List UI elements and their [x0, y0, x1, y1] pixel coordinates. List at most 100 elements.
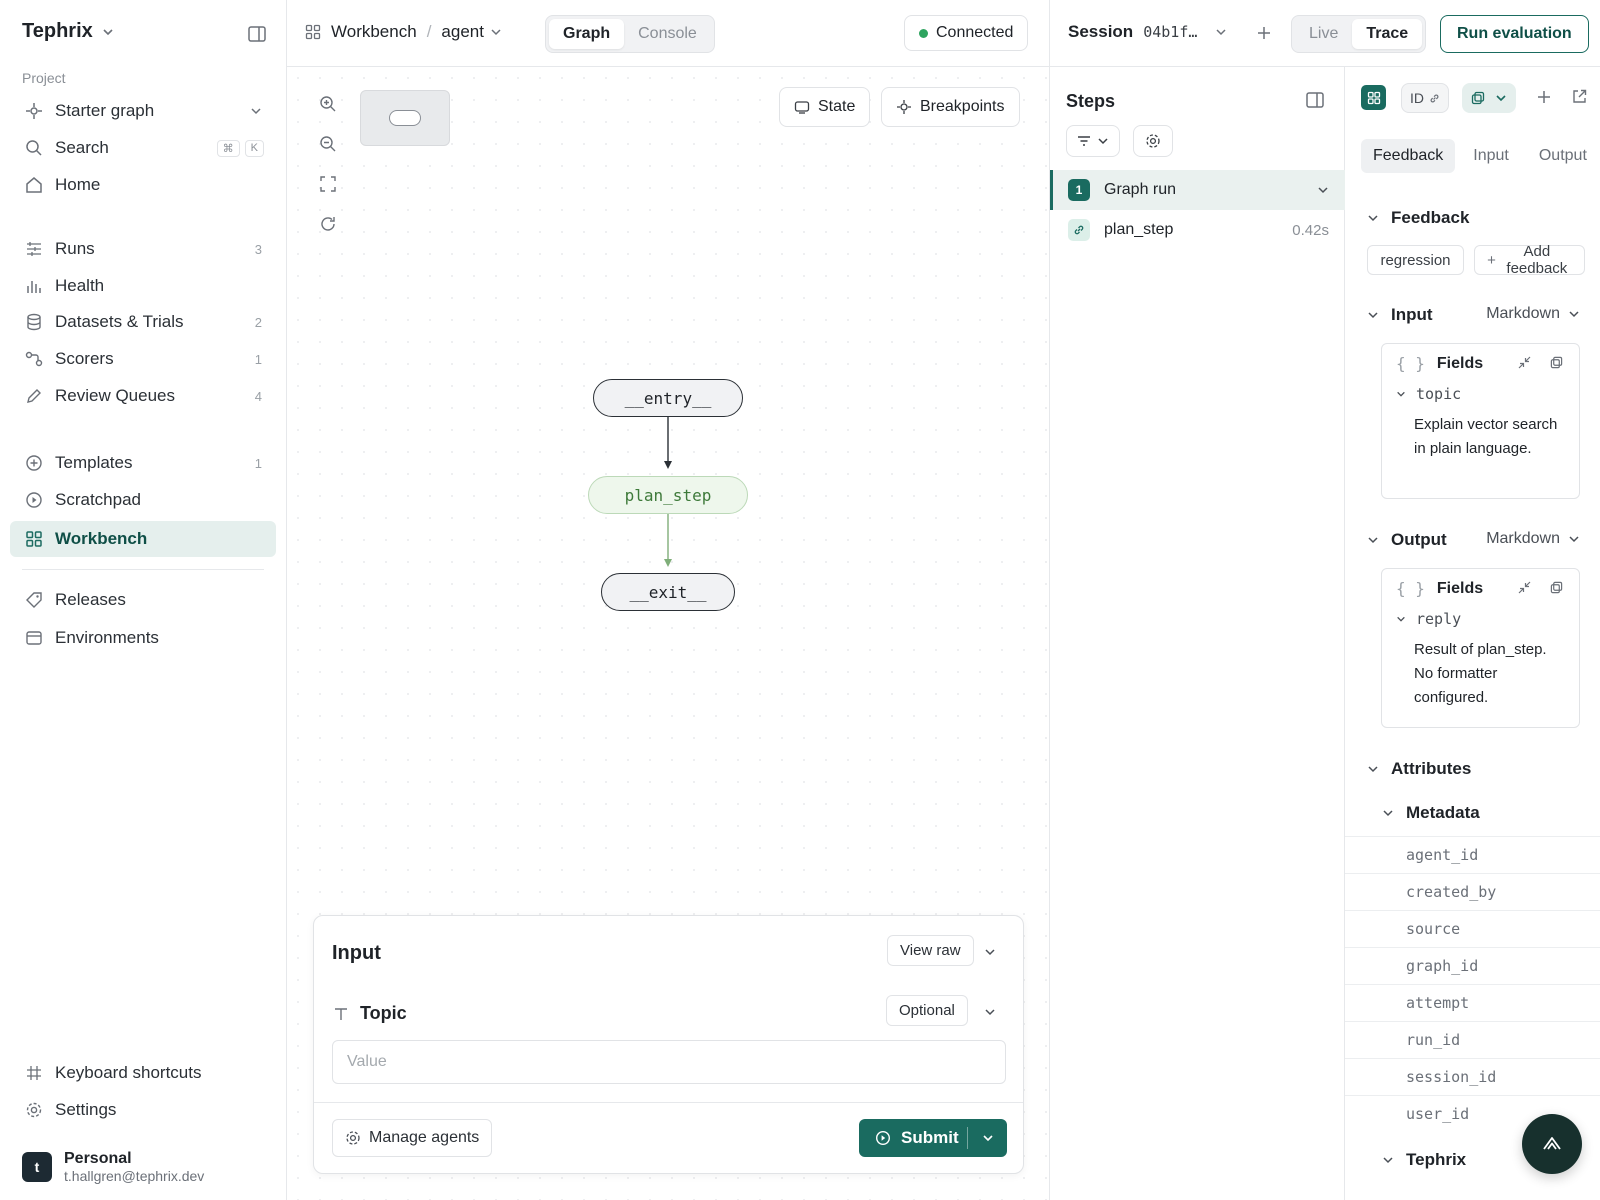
copy-icon[interactable]	[1550, 356, 1563, 369]
copy-menu-button[interactable]	[1462, 83, 1516, 113]
submit-main[interactable]: Submit	[859, 1128, 967, 1148]
chevron-down-icon[interactable]	[1317, 184, 1329, 196]
run-evaluation-button[interactable]: Run evaluation	[1440, 15, 1589, 53]
tab-console[interactable]: Console	[624, 19, 711, 49]
mode-live[interactable]: Live	[1295, 19, 1352, 49]
output-format-label: Markdown	[1486, 530, 1560, 547]
sidebar-item-templates[interactable]: Templates 1	[10, 445, 276, 481]
chevron-down-icon	[1568, 308, 1580, 320]
metadata-row[interactable]: attempt	[1345, 984, 1600, 1021]
sidebar-item-releases[interactable]: Releases	[10, 582, 276, 618]
sidebar-item-runs[interactable]: Runs 3	[10, 231, 276, 267]
tab-feedback[interactable]: Feedback	[1361, 139, 1456, 173]
metadata-row[interactable]: agent_id	[1345, 836, 1600, 873]
field-key-label: reply	[1416, 610, 1462, 628]
graph-node-exit[interactable]: __exit__	[601, 573, 735, 611]
feedback-chip-regression[interactable]: regression	[1367, 245, 1464, 275]
output-section-title: Output	[1391, 530, 1447, 549]
input-panel-title: Input	[332, 942, 381, 964]
graph-edges	[664, 417, 672, 567]
sidebar-item-home[interactable]: Home	[10, 167, 276, 203]
metadata-row[interactable]: created_by	[1345, 873, 1600, 910]
home-icon	[25, 176, 43, 194]
metadata-row[interactable]: run_id	[1345, 1021, 1600, 1058]
tab-input[interactable]: Input	[1461, 139, 1521, 173]
sidebar-divider	[22, 569, 264, 570]
view-raw-button[interactable]: View raw	[887, 935, 974, 966]
tephrix-section-header[interactable]: Tephrix	[1382, 1150, 1466, 1170]
submit-button[interactable]: Submit	[859, 1119, 1007, 1157]
filter-button[interactable]	[1066, 125, 1120, 157]
grid-icon[interactable]	[1361, 85, 1386, 110]
copy-icon[interactable]	[1550, 581, 1563, 594]
mode-trace[interactable]: Trace	[1352, 19, 1423, 49]
metadata-row[interactable]: source	[1345, 910, 1600, 947]
gear-icon	[345, 1130, 361, 1146]
optional-badge: Optional	[886, 995, 968, 1026]
manage-agents-label: Manage agents	[369, 1129, 480, 1146]
sidebar-item-health[interactable]: Health	[10, 268, 276, 304]
graph-node-plan-step[interactable]: plan_step	[588, 476, 748, 514]
submit-options-toggle[interactable]	[967, 1127, 1007, 1149]
graph-node-entry[interactable]: __entry__	[593, 379, 743, 417]
topic-label: Topic	[360, 1003, 407, 1023]
output-section-header[interactable]: Output	[1367, 530, 1447, 550]
sidebar-item-workbench[interactable]: Workbench	[10, 521, 276, 557]
profile-switcher[interactable]: t Personal t.hallgren@tephrix.dev	[22, 1150, 204, 1184]
agent-selector[interactable]: agent	[441, 22, 502, 42]
output-format-select[interactable]: Markdown	[1486, 530, 1580, 548]
add-icon[interactable]	[1537, 90, 1551, 104]
step-row-plan-step[interactable]: plan_step 0.42s	[1050, 210, 1345, 250]
project-selector[interactable]: Starter graph	[10, 93, 276, 129]
metadata-section-header[interactable]: Metadata	[1382, 803, 1480, 823]
add-feedback-button[interactable]: + Add feedback	[1474, 243, 1585, 277]
panel-toggle-icon[interactable]	[1306, 92, 1324, 108]
connection-status[interactable]: Connected	[904, 15, 1029, 51]
attributes-section-header[interactable]: Attributes	[1367, 759, 1471, 779]
sidebar-item-review-queues[interactable]: Review Queues 4	[10, 378, 276, 414]
sidebar-item-count: 3	[254, 241, 262, 257]
metadata-row[interactable]: graph_id	[1345, 947, 1600, 984]
tab-graph[interactable]: Graph	[549, 19, 625, 49]
breadcrumb-workbench[interactable]: Workbench	[331, 22, 417, 42]
field-key-topic[interactable]: topic	[1396, 385, 1461, 403]
sidebar-item-scorers[interactable]: Scorers 1	[10, 341, 276, 377]
external-link-icon[interactable]	[1572, 89, 1587, 104]
input-section-title: Input	[1391, 305, 1433, 324]
sidebar-item-scratchpad[interactable]: Scratchpad	[10, 482, 276, 518]
add-session-icon[interactable]	[1256, 25, 1272, 41]
topic-field-label: Topic	[334, 1003, 407, 1024]
manage-agents-button[interactable]: Manage agents	[332, 1119, 493, 1157]
step-row-graph-run[interactable]: 1 Graph run	[1050, 170, 1345, 210]
tab-output[interactable]: Output	[1527, 139, 1599, 173]
sidebar-item-datasets[interactable]: Datasets & Trials 2	[10, 304, 276, 340]
steps-settings-button[interactable]	[1133, 125, 1173, 157]
field-key-reply[interactable]: reply	[1396, 610, 1461, 628]
keyboard-shortcuts-link[interactable]: Keyboard shortcuts	[10, 1055, 276, 1091]
copy-icon	[1471, 91, 1485, 105]
window-icon	[25, 629, 43, 647]
input-fields-card: { } Fields topic Explain vector search i…	[1381, 343, 1580, 499]
sidebar-item-environments[interactable]: Environments	[10, 620, 276, 656]
sidebar-toggle-icon[interactable]	[248, 26, 266, 42]
graph-canvas[interactable]: State Breakpoints __entry__ plan_step __…	[287, 67, 1049, 1200]
chevron-down-icon[interactable]	[984, 1006, 996, 1018]
collapse-icon[interactable]	[1518, 356, 1531, 369]
input-section-header[interactable]: Input	[1367, 305, 1433, 325]
assistant-fab[interactable]	[1522, 1114, 1582, 1174]
chevron-down-icon	[1367, 212, 1379, 224]
copy-id-button[interactable]: ID	[1401, 83, 1449, 113]
settings-link[interactable]: Settings	[10, 1092, 276, 1128]
collapse-icon[interactable]	[1518, 581, 1531, 594]
session-selector[interactable]: Session 04b1f…	[1068, 22, 1227, 42]
brand-switcher[interactable]: Tephrix	[22, 20, 115, 43]
scorers-icon	[25, 350, 43, 368]
input-format-select[interactable]: Markdown	[1486, 305, 1580, 323]
sidebar-item-search[interactable]: Search ⌘ K	[10, 130, 276, 166]
feedback-section-header[interactable]: Feedback	[1367, 208, 1469, 228]
chevron-down-icon[interactable]	[984, 946, 996, 958]
metadata-row[interactable]: session_id	[1345, 1058, 1600, 1095]
topic-value-input[interactable]	[332, 1040, 1006, 1084]
chevron-down-icon	[1382, 1154, 1394, 1166]
fields-label: Fields	[1436, 354, 1484, 372]
